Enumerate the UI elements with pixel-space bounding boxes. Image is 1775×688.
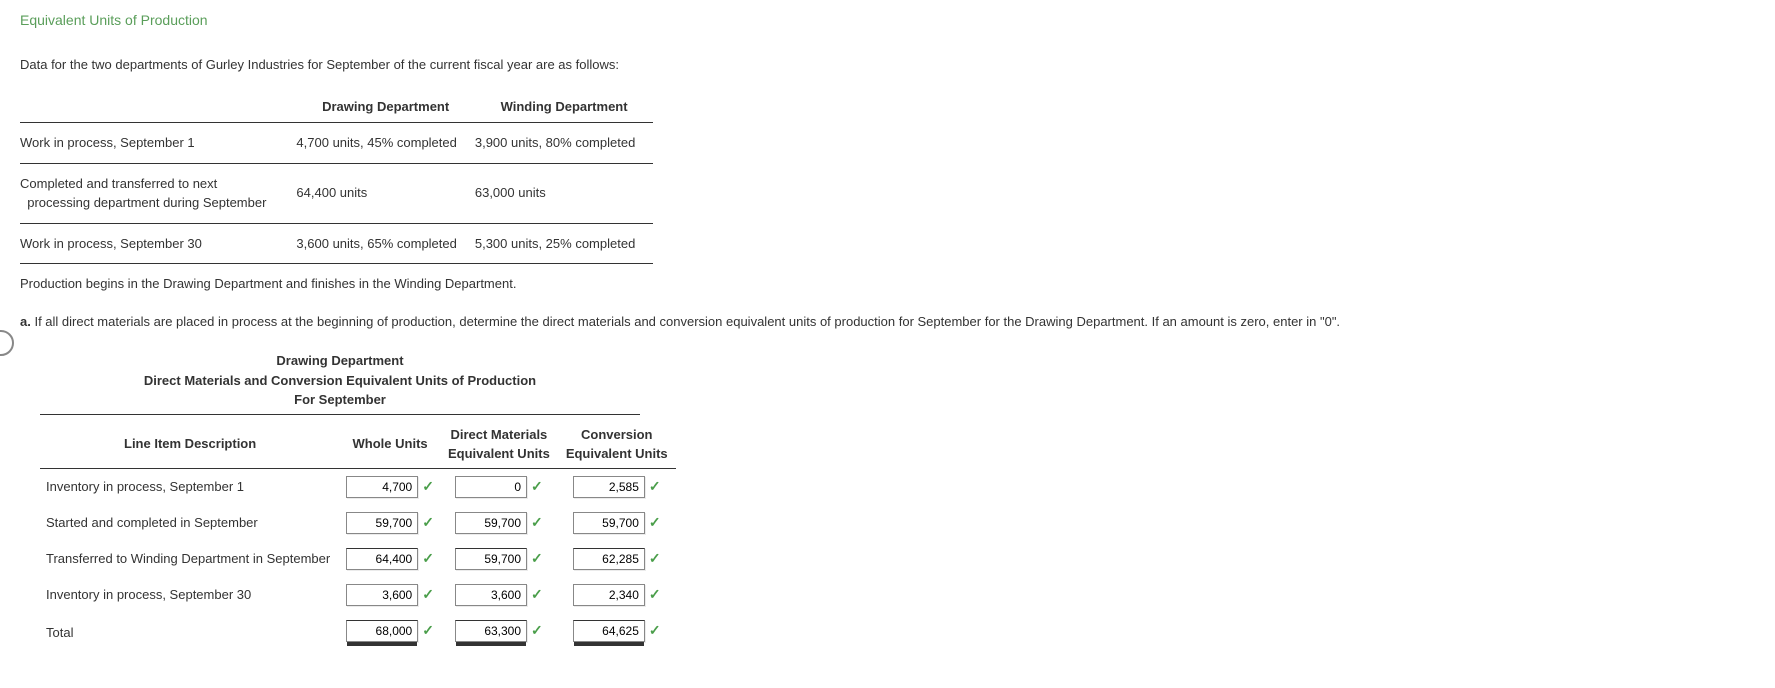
col-line-item: Line Item Description xyxy=(40,421,340,469)
input-conv[interactable] xyxy=(573,620,645,642)
production-note: Production begins in the Drawing Departm… xyxy=(20,274,1755,294)
row-desc: Inventory in process, September 1 xyxy=(40,468,340,505)
departments-data-table: Drawing Department Winding Department Wo… xyxy=(20,91,653,265)
col-whole-units: Whole Units xyxy=(340,421,440,469)
cell-value: 3,900 units, 80% completed xyxy=(475,123,653,164)
table-row: Started and completed in September ✓ ✓ ✓ xyxy=(40,505,676,541)
check-icon: ✓ xyxy=(531,550,543,566)
input-whole-units[interactable] xyxy=(346,548,418,570)
answer-table-title: Drawing Department Direct Materials and … xyxy=(40,351,640,415)
intro-text: Data for the two departments of Gurley I… xyxy=(20,55,1755,75)
cell-value: 5,300 units, 25% completed xyxy=(475,223,653,264)
check-icon: ✓ xyxy=(531,514,543,530)
check-icon: ✓ xyxy=(531,478,543,494)
input-conv[interactable] xyxy=(573,584,645,606)
side-indicator xyxy=(0,330,14,356)
table-row: Inventory in process, September 1 ✓ ✓ ✓ xyxy=(40,468,676,505)
row-desc: Total xyxy=(40,613,340,653)
row-label: Work in process, September 1 xyxy=(20,123,296,164)
check-icon: ✓ xyxy=(422,586,434,602)
input-dm[interactable] xyxy=(455,512,527,534)
cell-value: 3,600 units, 65% completed xyxy=(296,223,474,264)
input-conv[interactable] xyxy=(573,548,645,570)
input-dm[interactable] xyxy=(455,476,527,498)
check-icon: ✓ xyxy=(649,514,661,530)
row-desc: Inventory in process, September 30 xyxy=(40,577,340,613)
check-icon: ✓ xyxy=(649,586,661,602)
input-whole-units[interactable] xyxy=(346,476,418,498)
row-label: Completed and transferred to next proces… xyxy=(20,163,296,223)
table-row: Completed and transferred to next proces… xyxy=(20,163,653,223)
check-icon: ✓ xyxy=(531,622,543,638)
cell-value: 63,000 units xyxy=(475,163,653,223)
input-dm[interactable] xyxy=(455,548,527,570)
check-icon: ✓ xyxy=(649,478,661,494)
cell-value: 4,700 units, 45% completed xyxy=(296,123,474,164)
col-dm-eu: Direct MaterialsEquivalent Units xyxy=(440,421,558,469)
col-conv-eu: ConversionEquivalent Units xyxy=(558,421,676,469)
input-conv[interactable] xyxy=(573,476,645,498)
check-icon: ✓ xyxy=(649,550,661,566)
input-whole-units[interactable] xyxy=(346,512,418,534)
check-icon: ✓ xyxy=(422,514,434,530)
col-header-drawing: Drawing Department xyxy=(296,91,474,123)
check-icon: ✓ xyxy=(422,622,434,638)
table-row: Inventory in process, September 30 ✓ ✓ ✓ xyxy=(40,577,676,613)
row-desc: Started and completed in September xyxy=(40,505,340,541)
col-header-winding: Winding Department xyxy=(475,91,653,123)
check-icon: ✓ xyxy=(422,478,434,494)
question-letter: a. xyxy=(20,314,31,329)
input-conv[interactable] xyxy=(573,512,645,534)
input-whole-units[interactable] xyxy=(346,620,418,642)
question-text: If all direct materials are placed in pr… xyxy=(31,314,1340,329)
input-dm[interactable] xyxy=(455,584,527,606)
input-dm[interactable] xyxy=(455,620,527,642)
table-row: Work in process, September 30 3,600 unit… xyxy=(20,223,653,264)
row-label: Work in process, September 30 xyxy=(20,223,296,264)
row-desc: Transferred to Winding Department in Sep… xyxy=(40,541,340,577)
table-row: Transferred to Winding Department in Sep… xyxy=(40,541,676,577)
question-a: a. If all direct materials are placed in… xyxy=(20,312,1755,332)
table-row: Work in process, September 1 4,700 units… xyxy=(20,123,653,164)
check-icon: ✓ xyxy=(531,586,543,602)
cell-value: 64,400 units xyxy=(296,163,474,223)
check-icon: ✓ xyxy=(422,550,434,566)
check-icon: ✓ xyxy=(649,622,661,638)
answer-table: Line Item Description Whole Units Direct… xyxy=(40,421,676,653)
page-title-link[interactable]: Equivalent Units of Production xyxy=(20,10,208,31)
input-whole-units[interactable] xyxy=(346,584,418,606)
table-row: Total ✓ ✓ ✓ xyxy=(40,613,676,653)
